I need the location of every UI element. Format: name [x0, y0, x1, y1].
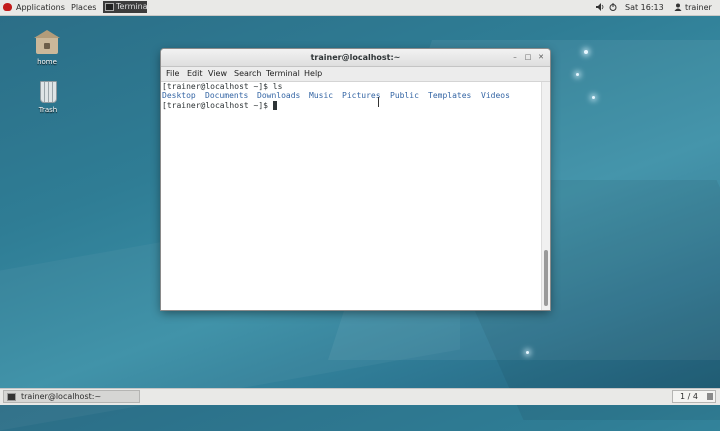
wallpaper-glint	[576, 73, 579, 76]
wallpaper-glint	[584, 50, 588, 54]
text-cursor	[272, 101, 277, 110]
power-icon[interactable]	[609, 3, 617, 11]
terminal-app-label: Terminal	[116, 2, 150, 11]
clock[interactable]: Sat 16:13	[625, 2, 664, 13]
minimize-button[interactable]: –	[510, 53, 520, 62]
taskbar-terminal-button[interactable]: trainer@localhost:~	[3, 390, 140, 403]
top-panel: Applications Places Terminal Sat 16:13 t…	[0, 0, 720, 16]
desktop-trash-label: Trash	[38, 106, 58, 114]
user-menu[interactable]: trainer	[685, 2, 712, 13]
redhat-logo-icon	[3, 3, 12, 11]
window-titlebar[interactable]: trainer@localhost:~ – □ ✕	[161, 49, 550, 67]
trash-icon	[39, 81, 57, 103]
prompt-text: [trainer@localhost ~]$	[162, 101, 273, 110]
dir-entry: Downloads	[257, 91, 301, 100]
menu-bar: File Edit View Search Terminal Help	[161, 67, 550, 82]
menu-file[interactable]: File	[166, 69, 179, 78]
dir-entry: Public	[390, 91, 419, 100]
close-button[interactable]: ✕	[536, 53, 546, 62]
volume-icon[interactable]	[596, 3, 604, 11]
wallpaper-glint	[526, 351, 529, 354]
menu-edit[interactable]: Edit	[187, 69, 203, 78]
desktop-trash-icon[interactable]: Trash	[28, 81, 68, 114]
terminal-icon	[105, 3, 114, 11]
menu-terminal[interactable]: Terminal	[266, 69, 300, 78]
dir-entry: Videos	[481, 91, 510, 100]
terminal-app-menu[interactable]: Terminal	[103, 1, 150, 13]
wallpaper-glint	[592, 96, 595, 99]
user-icon	[674, 3, 682, 11]
maximize-button[interactable]: □	[523, 53, 533, 62]
desktop-home-label: home	[37, 58, 57, 66]
terminal-window[interactable]: trainer@localhost:~ – □ ✕ File Edit View…	[161, 49, 550, 310]
dir-entry: Templates	[428, 91, 472, 100]
menu-view[interactable]: View	[208, 69, 227, 78]
scrollbar[interactable]	[541, 82, 550, 310]
menu-help[interactable]: Help	[304, 69, 322, 78]
taskbar-terminal-label: trainer@localhost:~	[21, 392, 102, 401]
dir-entry: Documents	[205, 91, 249, 100]
mouse-ibeam-cursor-icon	[378, 97, 381, 107]
command-line: [trainer@localhost ~]$ ls	[162, 82, 283, 91]
workspace-switcher[interactable]: 1 / 4	[672, 390, 716, 403]
prompt-line[interactable]: [trainer@localhost ~]$	[162, 101, 277, 110]
workspace-indicator	[707, 393, 713, 400]
desktop-home-icon[interactable]: home	[27, 30, 67, 66]
scrollbar-thumb[interactable]	[544, 250, 548, 306]
terminal-output[interactable]: [trainer@localhost ~]$ ls Desktop Docume…	[161, 82, 541, 310]
places-menu[interactable]: Places	[71, 2, 96, 13]
bottom-panel: trainer@localhost:~ 1 / 4	[0, 388, 720, 405]
dir-entry: Music	[309, 91, 334, 100]
dir-entry: Desktop	[162, 91, 196, 100]
home-folder-icon	[34, 30, 60, 54]
workspace-label: 1 / 4	[680, 392, 698, 401]
terminal-icon	[7, 393, 16, 401]
window-title: trainer@localhost:~	[310, 53, 401, 62]
dir-entry: Pictures	[342, 91, 381, 100]
menu-search[interactable]: Search	[234, 69, 261, 78]
applications-menu[interactable]: Applications	[16, 2, 65, 13]
